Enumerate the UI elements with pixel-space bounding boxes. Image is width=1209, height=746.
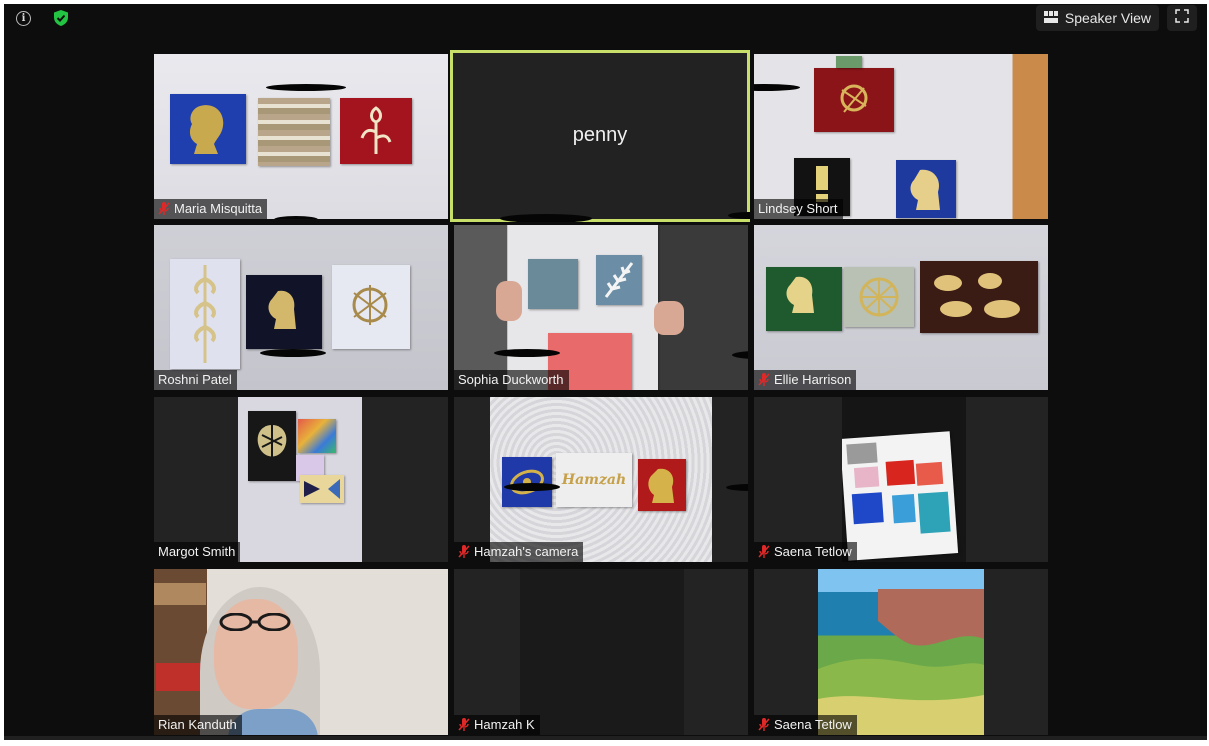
participant-name: Sophia Duckworth bbox=[458, 372, 564, 387]
artwork-card bbox=[298, 419, 336, 453]
artwork-card bbox=[300, 475, 344, 503]
mic-muted-icon bbox=[458, 545, 470, 558]
participant-name: Saena Tetlow bbox=[774, 544, 852, 559]
artwork-card bbox=[332, 265, 410, 349]
artwork-card bbox=[596, 255, 642, 305]
video-feed bbox=[238, 397, 362, 562]
hand bbox=[654, 301, 684, 335]
video-tile-penny-active-speaker[interactable]: penny bbox=[450, 50, 750, 222]
video-tile-hamzahs-camera[interactable]: Hamzah Hamzah's camera bbox=[454, 397, 748, 562]
participant-nameplate: Margot Smith bbox=[154, 542, 241, 562]
participant-nameplate: Hamzah K bbox=[454, 715, 540, 735]
participant-name: Roshni Patel bbox=[158, 372, 232, 387]
redaction-mark bbox=[266, 84, 346, 91]
video-feed bbox=[842, 397, 966, 562]
video-feed bbox=[154, 225, 448, 390]
video-tile-rian-kanduth[interactable]: Rian Kanduth bbox=[154, 569, 448, 735]
participant-nameplate: Saena Tetlow bbox=[754, 542, 857, 562]
video-tile-saena-tetlow[interactable]: Saena Tetlow bbox=[754, 397, 1048, 562]
video-feed bbox=[520, 569, 684, 735]
artwork-card bbox=[766, 267, 842, 331]
video-feed-landscape-photo bbox=[818, 569, 984, 735]
mic-muted-icon bbox=[758, 718, 770, 731]
artwork-card bbox=[340, 98, 412, 164]
artwork-sheet bbox=[842, 431, 959, 561]
sticky-note bbox=[836, 56, 862, 68]
video-tile-sophia-duckworth[interactable]: Sophia Duckworth bbox=[454, 225, 748, 390]
participant-nameplate: Roshni Patel bbox=[154, 370, 237, 390]
video-tile-hamzah-k[interactable]: Hamzah K bbox=[454, 569, 748, 735]
artwork-card bbox=[920, 261, 1038, 333]
artwork-card bbox=[844, 267, 914, 327]
participant-nameplate: Hamzah's camera bbox=[454, 542, 584, 562]
video-feed bbox=[754, 54, 1048, 219]
participant-name: Margot Smith bbox=[158, 544, 236, 559]
participant-name: Hamzah K bbox=[474, 717, 535, 732]
video-tile-lindsey-short[interactable]: Lindsey Short bbox=[754, 54, 1048, 219]
artwork-card: Hamzah bbox=[556, 453, 632, 507]
info-icon[interactable]: i bbox=[16, 11, 31, 26]
video-tile-margot-smith[interactable]: Margot Smith bbox=[154, 397, 448, 562]
participant-nameplate: Saena Tetlow bbox=[754, 715, 857, 735]
artwork-card bbox=[638, 459, 686, 511]
meeting-toolbar-edge bbox=[4, 736, 1207, 740]
redaction-mark bbox=[504, 483, 560, 491]
video-tile-ellie-harrison[interactable]: Ellie Harrison bbox=[754, 225, 1048, 390]
participant-name: Rian Kanduth bbox=[158, 717, 237, 732]
participant-name: Ellie Harrison bbox=[774, 372, 852, 387]
glasses-icon bbox=[208, 612, 304, 632]
redaction-mark bbox=[726, 484, 748, 491]
artwork-card bbox=[528, 259, 578, 309]
artwork-card bbox=[258, 98, 330, 166]
artwork-card bbox=[502, 457, 552, 507]
participant-name: Maria Misquitta bbox=[174, 201, 263, 216]
participant-nameplate: Ellie Harrison bbox=[754, 370, 857, 390]
participant-name: Saena Tetlow bbox=[774, 717, 852, 732]
zoom-meeting-window: i Speaker View Maria Misquitta penny Lin… bbox=[4, 4, 1207, 740]
participant-name: Lindsey Short bbox=[758, 201, 838, 216]
artwork-card bbox=[248, 411, 296, 481]
video-tile-maria-misquitta[interactable]: Maria Misquitta bbox=[154, 54, 448, 219]
mic-muted-icon bbox=[158, 202, 170, 215]
video-feed bbox=[154, 569, 448, 735]
artwork-card bbox=[170, 259, 240, 369]
artwork-card bbox=[170, 94, 246, 164]
video-feed bbox=[154, 54, 448, 219]
participant-name-center: penny bbox=[572, 124, 628, 146]
redaction-mark bbox=[274, 216, 318, 219]
artwork-card bbox=[246, 275, 322, 349]
video-feed: Hamzah bbox=[490, 397, 712, 562]
view-label: Speaker View bbox=[1064, 10, 1151, 26]
shield-check-icon[interactable] bbox=[52, 9, 70, 27]
fullscreen-icon bbox=[1175, 8, 1189, 28]
fullscreen-button[interactable] bbox=[1167, 5, 1197, 31]
mic-muted-icon bbox=[758, 373, 770, 386]
grid-icon bbox=[1043, 10, 1058, 26]
video-feed bbox=[454, 225, 748, 390]
participant-name: Hamzah's camera bbox=[474, 544, 579, 559]
hand bbox=[496, 281, 522, 321]
participant-nameplate: Sophia Duckworth bbox=[454, 370, 569, 390]
speaker-view-button[interactable]: Speaker View bbox=[1035, 5, 1159, 31]
redaction-mark bbox=[728, 212, 750, 219]
video-feed bbox=[754, 225, 1048, 390]
participant-nameplate: Rian Kanduth bbox=[154, 715, 242, 735]
redaction-mark bbox=[500, 214, 592, 222]
participant-nameplate: Lindsey Short bbox=[754, 199, 843, 219]
video-tile-roshni-patel[interactable]: Roshni Patel bbox=[154, 225, 448, 390]
artwork-card bbox=[896, 160, 956, 218]
artwork-lettering: Hamzah bbox=[561, 472, 627, 488]
video-tile-saena-tetlow-2[interactable]: Saena Tetlow bbox=[754, 569, 1048, 735]
redaction-mark bbox=[494, 349, 560, 357]
mic-muted-icon bbox=[758, 545, 770, 558]
artwork-card bbox=[814, 68, 894, 132]
participant-nameplate: Maria Misquitta bbox=[154, 199, 268, 219]
redaction-mark bbox=[260, 349, 326, 357]
mic-muted-icon bbox=[458, 718, 470, 731]
